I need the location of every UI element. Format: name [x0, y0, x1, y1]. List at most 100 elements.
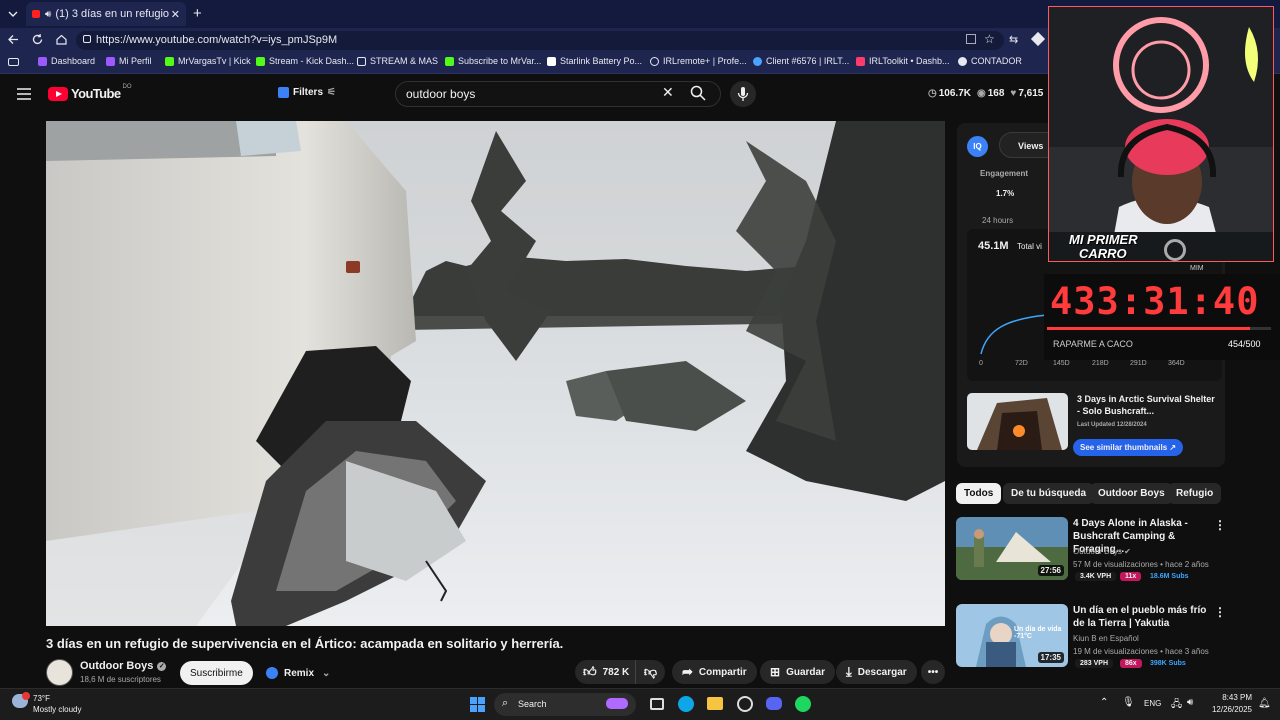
chip-de-tu-busqueda[interactable]: De tu búsqueda: [1003, 483, 1095, 504]
multiplier-badge: 86x: [1120, 659, 1142, 668]
bookmark-contador[interactable]: CONTADOR: [958, 56, 1022, 66]
sidebar-toggle-icon[interactable]: [8, 58, 19, 66]
tab-list-chevron-icon[interactable]: [6, 7, 20, 21]
chip-refugio[interactable]: Refugio: [1168, 483, 1222, 504]
spotify-icon[interactable]: [795, 696, 811, 712]
countdown-panel: 433:31:40 RAPARME A CACO 454/500: [1044, 274, 1280, 360]
period-label: 24 hours: [982, 216, 1014, 225]
show-hidden-icons-chevron-icon[interactable]: ⌃: [1100, 697, 1108, 708]
like-button[interactable]: 👍︎ 782 K: [575, 660, 636, 684]
sliders-icon: ⚟: [327, 87, 336, 98]
bookmark-stream-mas[interactable]: STREAM & MAS: [357, 56, 438, 66]
bookmark-mi-perfil[interactable]: Mi Perfil: [106, 56, 152, 66]
goal-count: 454/500: [1228, 339, 1261, 349]
notifications-bell-icon[interactable]: 🔔︎: [1258, 698, 1271, 709]
start-windows-icon[interactable]: [470, 697, 485, 712]
address-input[interactable]: https://www.youtube.com/watch?v=iys_pmJS…: [76, 31, 1004, 50]
channel-stats: ◷ 106.7K ◉ 168 ♥ 7,615: [928, 88, 1044, 99]
collections-icon[interactable]: ⇆: [1009, 33, 1018, 46]
filters-button[interactable]: Filters ⚟: [278, 87, 336, 98]
clear-search-icon[interactable]: ✕: [662, 84, 674, 101]
chip-outdoor-boys[interactable]: Outdoor Boys: [1090, 483, 1173, 504]
weather-desc[interactable]: Mostly cloudy: [33, 705, 81, 714]
like-dislike-group: 👍︎ 782 K 👎︎: [575, 660, 665, 684]
new-tab-button[interactable]: +: [193, 5, 202, 22]
favorite-star-icon[interactable]: ☆: [984, 32, 995, 46]
weather-temp[interactable]: 73°F: [33, 694, 50, 703]
bookmark-subscribe[interactable]: Subscribe to MrVar...: [445, 56, 541, 66]
bookmark-irlremote[interactable]: IRLremote+ | Profe...: [650, 56, 747, 66]
bookmark-irltoolkit[interactable]: IRLToolkit • Dashb...: [856, 56, 950, 66]
channel-avatar[interactable]: [46, 659, 73, 686]
browser-tab-active[interactable]: 🔊︎ (1) 3 días en un refugio de sup ✕: [26, 2, 186, 26]
menu-icon[interactable]: [17, 88, 31, 100]
recommended-channel[interactable]: Kiun B en Español: [1073, 634, 1139, 643]
dislike-button[interactable]: 👎︎: [636, 660, 665, 684]
file-explorer-icon[interactable]: [707, 697, 723, 710]
youtube-logo[interactable]: YouTube DO: [48, 84, 131, 101]
microphone-icon: [737, 87, 749, 101]
back-icon[interactable]: [7, 33, 20, 46]
bookmark-dashboard[interactable]: Dashboard: [38, 56, 95, 66]
remix-icon: [266, 667, 278, 679]
more-actions-button[interactable]: •••: [921, 660, 945, 684]
network-icon[interactable]: 🖧︎: [1171, 697, 1182, 714]
tab-close-icon[interactable]: ✕: [171, 8, 180, 21]
discord-icon[interactable]: [766, 697, 782, 710]
refresh-icon[interactable]: [31, 33, 44, 46]
channel-name[interactable]: Outdoor Boys ✓: [80, 660, 167, 672]
recommended-thumbnail[interactable]: Un día de vida -71°C 17:35: [956, 604, 1068, 667]
language-indicator[interactable]: ENG: [1144, 699, 1161, 708]
extension-icon[interactable]: [1030, 31, 1046, 47]
subscribe-button[interactable]: Suscribirme: [180, 661, 253, 685]
save-button[interactable]: ⊞ Guardar: [760, 660, 835, 684]
microphone-tray-icon[interactable]: 🎙︎: [1122, 697, 1135, 708]
more-horizontal-icon: •••: [927, 666, 939, 678]
youtube-play-icon: [48, 86, 68, 101]
see-similar-thumbnails-button[interactable]: See similar thumbnails ↗: [1073, 439, 1184, 456]
video-player[interactable]: [46, 121, 945, 626]
stream-overlay: MI PRIMER CARRO MIM 433:31:40 RAPARME A …: [1044, 0, 1280, 360]
panel-thumbnail-title[interactable]: 3 Days in Arctic Survival Shelter - Solo…: [1077, 393, 1217, 417]
home-icon[interactable]: [55, 33, 68, 46]
more-vertical-icon[interactable]: ⋮: [1214, 605, 1226, 619]
open-in-app-icon[interactable]: [966, 34, 976, 44]
download-button[interactable]: ⤓ Descargar: [836, 660, 917, 684]
subs-badge: 18.6M Subs: [1150, 573, 1189, 580]
remix-button[interactable]: Remix ⌄: [262, 661, 334, 685]
engagement-value: 1.7%: [996, 189, 1015, 198]
share-button[interactable]: ➦ Compartir: [672, 660, 757, 684]
engagement-label: Engagement: [980, 169, 1029, 178]
panel-thumbnail[interactable]: [967, 393, 1068, 450]
speaker-icon[interactable]: 🔊︎: [45, 9, 51, 20]
vph-badge: 3.4K VPH: [1075, 572, 1117, 581]
bookmark-kick[interactable]: MrVargasTv | Kick: [165, 56, 251, 66]
windows-taskbar: 73°F Mostly cloudy ⌕ Search ⌃ 🎙︎ ENG 🖧︎ …: [0, 688, 1280, 720]
volume-icon[interactable]: 🔊︎: [1187, 697, 1193, 708]
search-icon[interactable]: [690, 85, 706, 101]
voice-search-button[interactable]: [730, 81, 756, 107]
obs-icon[interactable]: [737, 696, 753, 712]
tab-title: (1) 3 días en un refugio de sup: [55, 8, 170, 20]
recommended-title[interactable]: Un día en el pueblo más frío de la Tierr…: [1073, 604, 1213, 630]
clock[interactable]: 8:43 PM 12/26/2025: [1208, 693, 1252, 714]
subs-badge: 398K Subs: [1150, 660, 1186, 667]
webcam-image: [1049, 7, 1273, 261]
task-view-icon[interactable]: [650, 698, 664, 710]
site-info-icon[interactable]: [83, 35, 91, 43]
more-vertical-icon[interactable]: ⋮: [1214, 518, 1226, 532]
goal-progress-track: [1047, 327, 1271, 330]
recommended-channel[interactable]: Outdoor Boys ✔: [1073, 547, 1131, 556]
bookmark-stream-kick[interactable]: Stream - Kick Dash...: [256, 56, 354, 66]
verified-icon: ✔: [1124, 547, 1131, 556]
search-highlight-icon: [606, 698, 628, 709]
search-icon: ⌕: [502, 697, 509, 709]
edge-browser-icon[interactable]: [678, 696, 694, 712]
search-input[interactable]: outdoor boys ✕: [395, 81, 721, 107]
bookmark-starlink[interactable]: Starlink Battery Po...: [547, 56, 642, 66]
recommended-thumbnail[interactable]: 27:56: [956, 517, 1068, 580]
thumbs-up-icon: 👍︎: [583, 664, 597, 679]
taskbar-search-box[interactable]: ⌕ Search: [494, 693, 636, 716]
chip-todos[interactable]: Todos: [956, 483, 1002, 504]
bookmark-client[interactable]: Client #6576 | IRLT...: [753, 56, 849, 66]
